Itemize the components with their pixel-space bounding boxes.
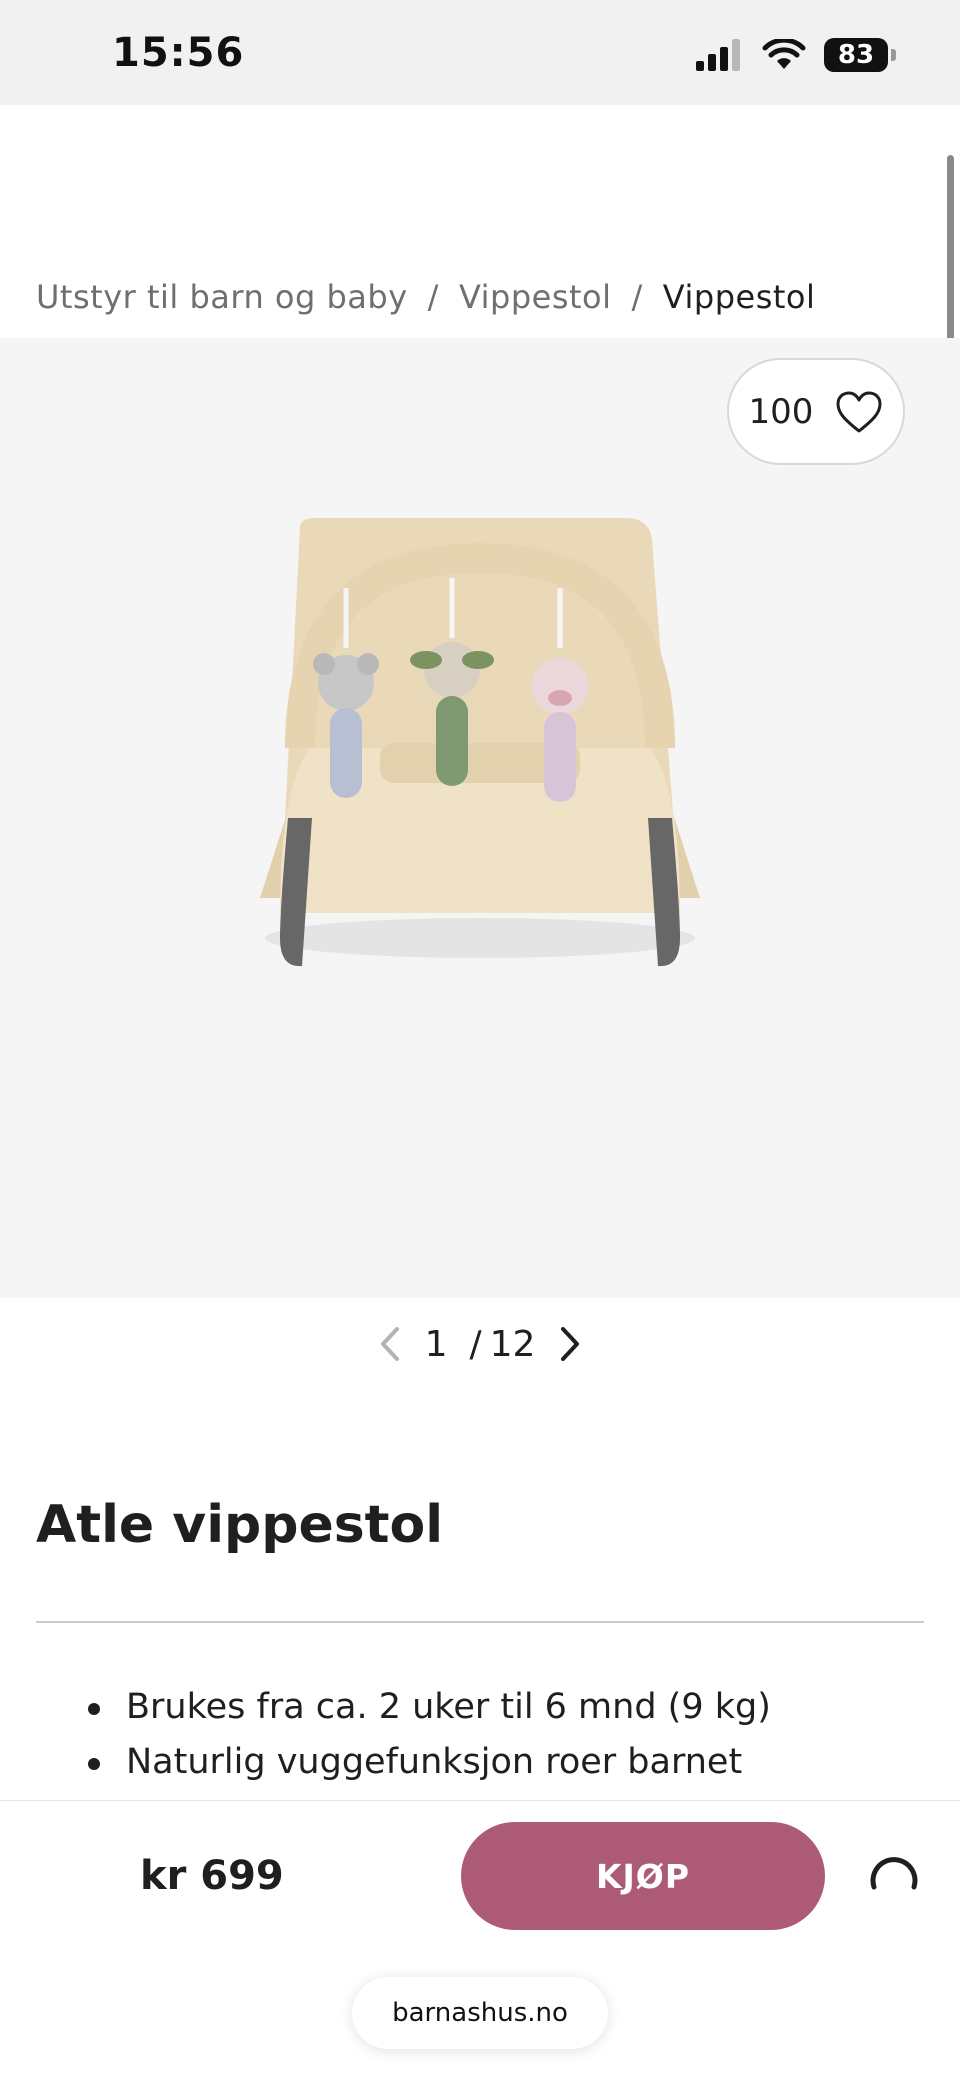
- wifi-icon: [762, 39, 806, 69]
- signal-icon: [696, 39, 740, 71]
- loading-spinner-icon: [870, 1857, 918, 1890]
- product-title: Atle vippestol: [36, 1495, 444, 1555]
- breadcrumb-item-subcategory[interactable]: Vippestol: [459, 278, 612, 316]
- pager-separator: /: [469, 1323, 482, 1365]
- divider: [36, 1621, 924, 1623]
- buy-bar: kr 699 KJØP barnashus.no: [0, 1800, 960, 2077]
- browser-url-pill[interactable]: barnashus.no: [352, 1977, 608, 2049]
- buy-button[interactable]: KJØP: [461, 1822, 825, 1930]
- product-image-bouncer[interactable]: [240, 518, 720, 978]
- gallery-pager: 1 / 12: [0, 1318, 960, 1370]
- like-button[interactable]: 100: [727, 358, 905, 465]
- battery-icon: 83: [824, 38, 896, 72]
- product-price: kr 699: [140, 1853, 284, 1899]
- breadcrumb: Utstyr til barn og baby / Vippestol / Vi…: [36, 278, 815, 316]
- feature-item: Brukes fra ca. 2 uker til 6 mnd (9 kg): [36, 1680, 771, 1735]
- status-bar: 15:56 83: [0, 0, 960, 105]
- product-gallery[interactable]: 100: [0, 338, 960, 1298]
- browser-url: barnashus.no: [392, 1998, 568, 2028]
- status-icons: 83: [696, 38, 896, 72]
- like-count: 100: [748, 391, 814, 432]
- breadcrumb-separator: /: [427, 278, 439, 316]
- chevron-right-icon[interactable]: [557, 1325, 583, 1363]
- chevron-left-icon[interactable]: [377, 1325, 403, 1363]
- breadcrumb-item-category[interactable]: Utstyr til barn og baby: [36, 278, 408, 316]
- feature-item: Naturlig vuggefunksjon roer barnet: [36, 1735, 771, 1790]
- feature-list: Brukes fra ca. 2 uker til 6 mnd (9 kg) N…: [36, 1680, 771, 1790]
- breadcrumb-item-current: Vippestol: [662, 278, 816, 316]
- pager-total: 12: [489, 1323, 536, 1365]
- heart-icon: [836, 391, 882, 432]
- battery-level: 83: [837, 40, 875, 70]
- status-time: 15:56: [112, 30, 245, 76]
- pager-current: 1: [424, 1323, 448, 1365]
- breadcrumb-separator: /: [631, 278, 643, 316]
